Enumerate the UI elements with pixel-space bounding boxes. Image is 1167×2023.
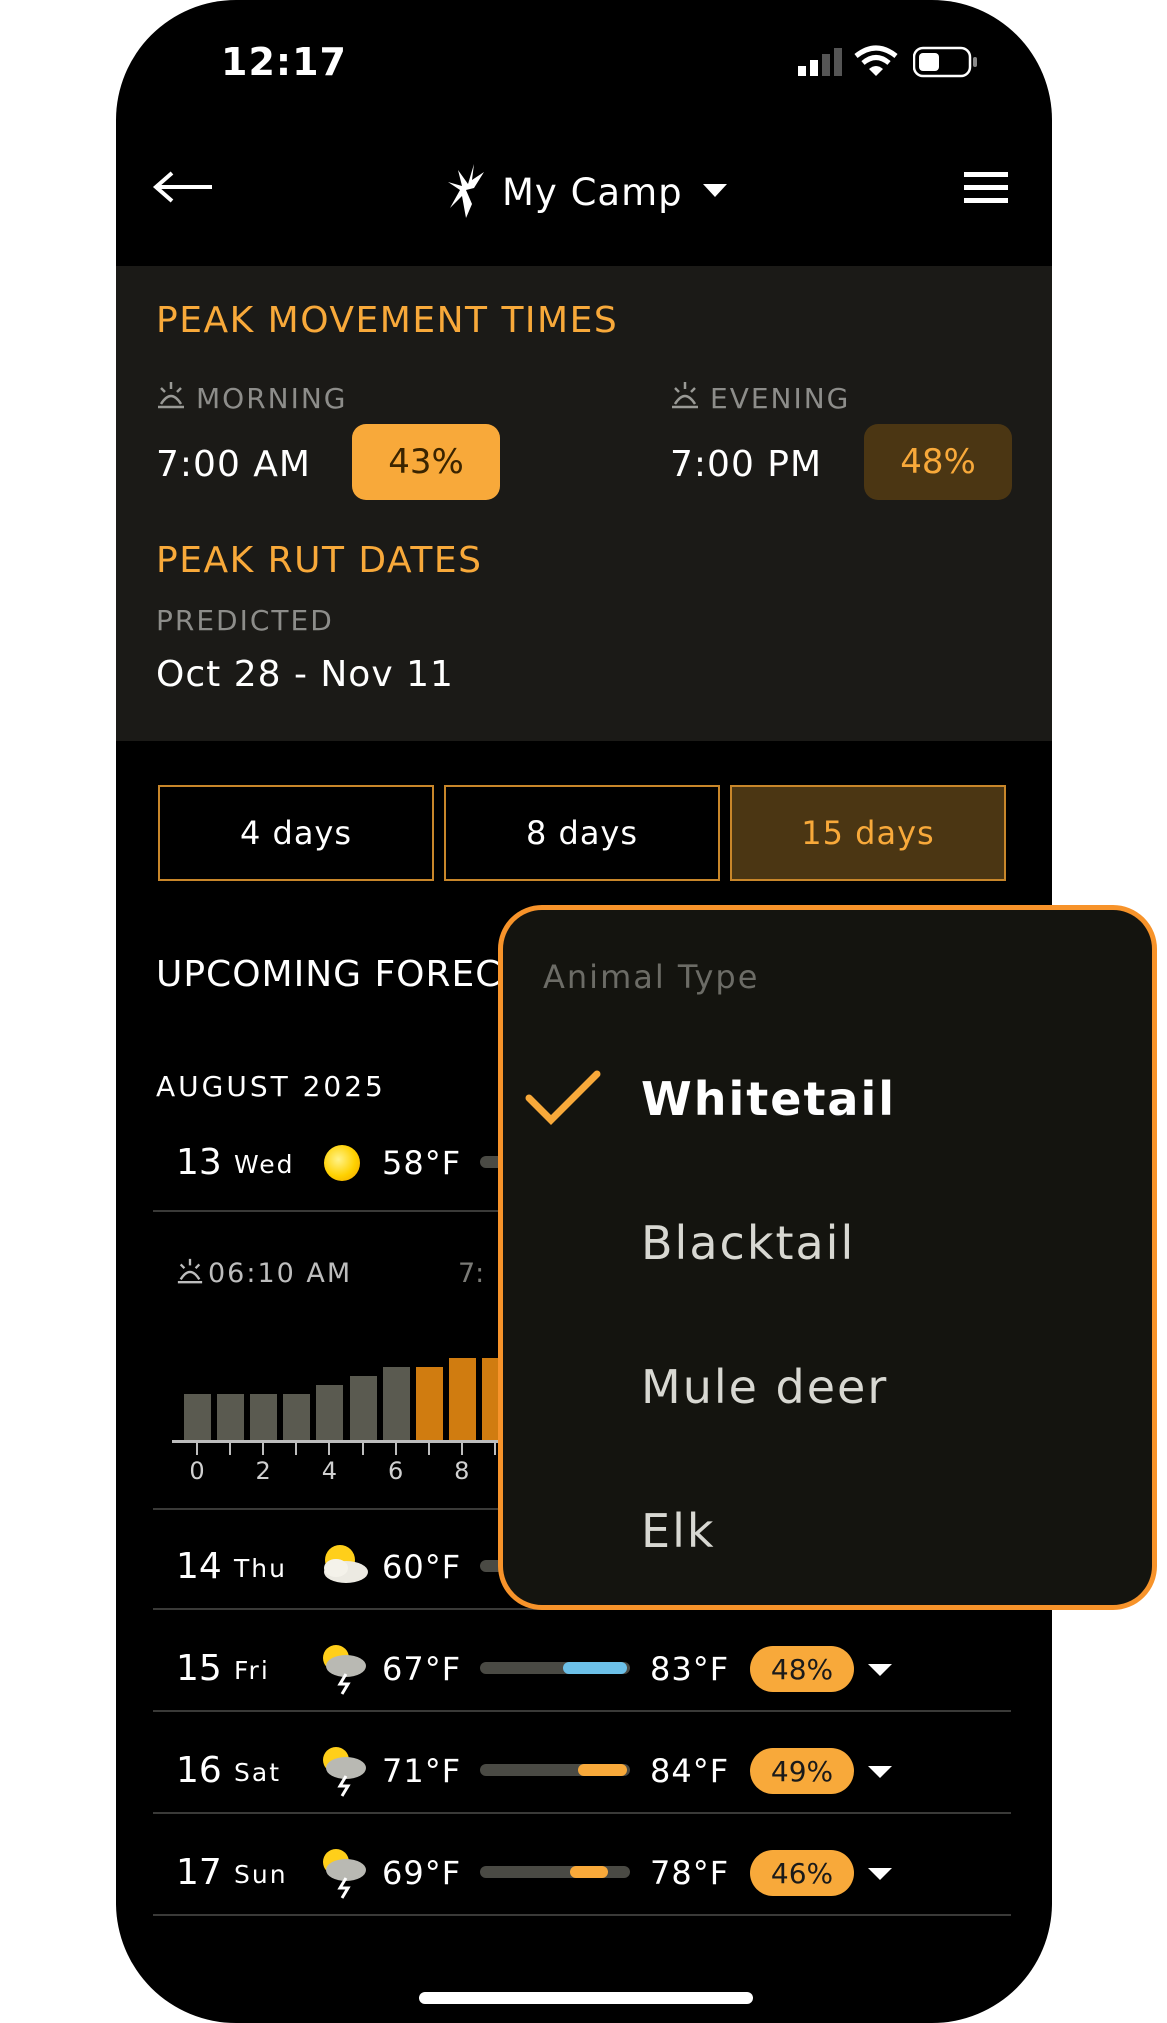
thunderstorm-icon bbox=[316, 1844, 372, 1904]
day-low-temp: 71°F bbox=[382, 1752, 462, 1790]
row-divider bbox=[153, 1710, 1011, 1712]
evening-percent: 48% bbox=[864, 424, 1012, 500]
temp-range-fill bbox=[563, 1662, 627, 1674]
day-low-temp: 69°F bbox=[382, 1854, 462, 1892]
day-weekday: Thu bbox=[234, 1554, 287, 1583]
chart-tick-mark bbox=[427, 1443, 430, 1455]
day-activity-percent: 48% bbox=[750, 1646, 854, 1692]
status-time: 12:17 bbox=[221, 40, 347, 84]
thunderstorm-icon bbox=[316, 1742, 372, 1802]
chart-tick-mark bbox=[229, 1443, 232, 1455]
camp-name: My Camp bbox=[502, 170, 683, 214]
day-weekday: Fri bbox=[234, 1656, 270, 1685]
activity-bar bbox=[217, 1394, 245, 1440]
day-13-number: 13 bbox=[176, 1142, 222, 1183]
activity-bar bbox=[283, 1394, 311, 1440]
deer-logo-icon bbox=[444, 160, 488, 224]
chart-x-ticks: 0 2 4 6 8 bbox=[172, 1443, 516, 1487]
morning-label: MORNING bbox=[196, 382, 348, 415]
partial-time: 7: bbox=[458, 1258, 485, 1289]
home-indicator[interactable] bbox=[419, 1992, 753, 2004]
activity-bar bbox=[250, 1394, 278, 1440]
day-13-weekday: Wed bbox=[234, 1150, 295, 1179]
option-elk[interactable]: Elk bbox=[641, 1504, 715, 1558]
menu-icon[interactable] bbox=[964, 172, 1008, 208]
sunny-icon bbox=[324, 1145, 360, 1181]
day-high-temp: 83°F bbox=[650, 1650, 730, 1688]
row-divider bbox=[153, 1812, 1011, 1814]
temp-range-fill bbox=[578, 1764, 627, 1776]
option-blacktail[interactable]: Blacktail bbox=[641, 1216, 855, 1270]
evening-time: 7:00 PM bbox=[670, 444, 823, 485]
activity-bar bbox=[184, 1394, 211, 1440]
partly-cloudy-icon bbox=[316, 1540, 372, 1594]
chart-tick-mark bbox=[361, 1443, 364, 1455]
day-activity-percent: 46% bbox=[750, 1850, 854, 1896]
chart-tick-label: 2 bbox=[255, 1457, 271, 1485]
row-divider bbox=[153, 1914, 1011, 1916]
sunrise-time: 06:10 AM bbox=[208, 1258, 353, 1289]
predicted-label: PREDICTED bbox=[156, 604, 334, 637]
back-arrow-icon[interactable] bbox=[152, 170, 214, 208]
chevron-down-icon bbox=[702, 183, 727, 202]
expand-chevron-icon[interactable] bbox=[868, 1664, 892, 1676]
chart-tick-mark bbox=[394, 1443, 397, 1455]
checkmark-icon bbox=[525, 1070, 601, 1130]
chart-tick-mark bbox=[328, 1443, 331, 1455]
wifi-icon bbox=[854, 44, 898, 82]
chart-tick-label: 4 bbox=[321, 1457, 338, 1485]
popup-title: Animal Type bbox=[543, 958, 760, 996]
day-number: 17 bbox=[176, 1852, 222, 1893]
tab-8-days[interactable]: 8 days bbox=[444, 785, 720, 881]
chart-tick-mark bbox=[493, 1443, 496, 1455]
option-mule-deer[interactable]: Mule deer bbox=[641, 1360, 888, 1414]
chart-tick-label: 6 bbox=[387, 1457, 404, 1485]
option-whitetail[interactable]: Whitetail bbox=[641, 1072, 896, 1126]
sunrise-icon bbox=[156, 380, 186, 414]
chart-tick-label: 8 bbox=[454, 1457, 470, 1485]
day-activity-percent: 49% bbox=[750, 1748, 854, 1794]
day-high-temp: 78°F bbox=[650, 1854, 730, 1892]
temp-range-fill bbox=[570, 1866, 608, 1878]
chart-tick-mark bbox=[295, 1443, 298, 1455]
sunset-icon bbox=[670, 380, 700, 414]
forecast-title: UPCOMING FOREC bbox=[156, 954, 502, 995]
morning-time: 7:00 AM bbox=[156, 444, 311, 485]
chart-tick-mark bbox=[460, 1443, 463, 1455]
tab-15-days[interactable]: 15 days bbox=[730, 785, 1006, 881]
activity-bar bbox=[415, 1367, 443, 1440]
expand-chevron-icon[interactable] bbox=[868, 1868, 892, 1880]
day-weekday: Sat bbox=[234, 1758, 281, 1787]
thunderstorm-icon bbox=[316, 1640, 372, 1700]
day-low-temp: 67°F bbox=[382, 1650, 462, 1688]
signal-icon bbox=[798, 48, 846, 80]
activity-bar bbox=[382, 1367, 410, 1440]
day-weekday: Sun bbox=[234, 1860, 288, 1889]
chart-tick-mark bbox=[196, 1443, 198, 1455]
activity-bar bbox=[448, 1358, 476, 1440]
animal-type-popup: Animal Type Whitetail Blacktail Mule dee… bbox=[498, 905, 1157, 1610]
battery-icon bbox=[912, 46, 979, 82]
activity-bar bbox=[316, 1385, 344, 1440]
camp-selector[interactable]: My Camp bbox=[444, 160, 727, 224]
rut-dates: Oct 28 - Nov 11 bbox=[156, 654, 454, 695]
chart-tick-label: 0 bbox=[189, 1457, 205, 1485]
day-13-low: 58°F bbox=[382, 1144, 462, 1182]
activity-bar bbox=[349, 1376, 377, 1440]
sunrise-small-icon bbox=[176, 1257, 204, 1289]
tab-4-days[interactable]: 4 days bbox=[158, 785, 434, 881]
day-number: 14 bbox=[176, 1546, 222, 1587]
morning-percent: 43% bbox=[352, 424, 500, 500]
chart-tick-mark bbox=[262, 1443, 265, 1455]
peak-rut-title: PEAK RUT DATES bbox=[156, 540, 483, 581]
month-label: AUGUST 2025 bbox=[156, 1070, 386, 1103]
expand-chevron-icon[interactable] bbox=[868, 1766, 892, 1778]
activity-chart bbox=[172, 1326, 516, 1440]
day-number: 16 bbox=[176, 1750, 222, 1791]
day-low-temp: 60°F bbox=[382, 1548, 462, 1586]
evening-label: EVENING bbox=[710, 382, 851, 415]
day-high-temp: 84°F bbox=[650, 1752, 730, 1790]
day-number: 15 bbox=[176, 1648, 222, 1689]
peak-movement-title: PEAK MOVEMENT TIMES bbox=[156, 300, 619, 341]
